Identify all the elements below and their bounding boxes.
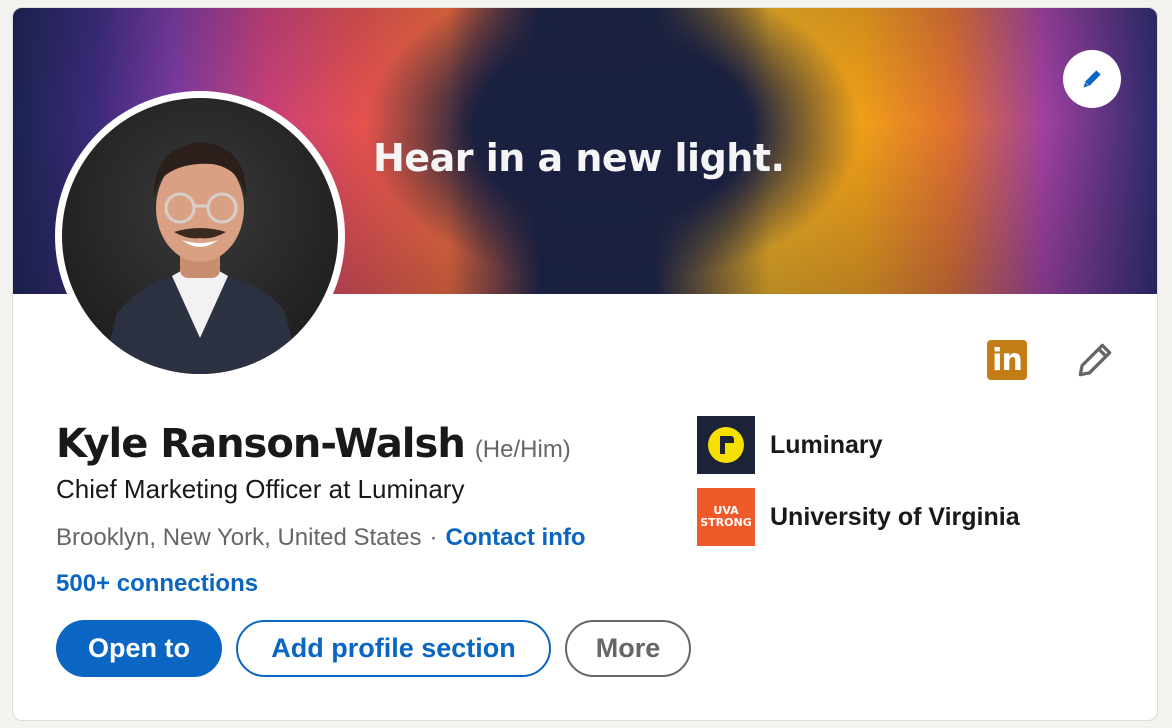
avatar-frame[interactable] (55, 91, 345, 381)
profile-card: Hear in a new light. in Kyle Ranson-Wals… (12, 7, 1158, 721)
uva-logo-text-2: STRONG (700, 516, 752, 529)
edit-banner-button[interactable] (1063, 50, 1121, 108)
banner-tagline: Hear in a new light. (373, 136, 785, 180)
luminary-logo-icon (697, 416, 755, 474)
org-name: Luminary (770, 430, 883, 459)
profile-actions-top: in (987, 338, 1117, 382)
luminary-logo (708, 427, 744, 463)
organizations-list: Luminary UVA STRONG University of Virgin… (697, 416, 1020, 560)
profile-headline: Chief Marketing Officer at Luminary (56, 474, 465, 504)
linkedin-icon[interactable]: in (987, 340, 1027, 380)
name-row: Kyle Ranson-Walsh (He/Him) (56, 421, 571, 467)
profile-photo (102, 142, 302, 374)
pronouns: (He/Him) (474, 436, 571, 463)
connections-link[interactable]: 500+ connections (56, 570, 258, 598)
org-item-uva[interactable]: UVA STRONG University of Virginia (697, 488, 1020, 546)
add-profile-section-button[interactable]: Add profile section (236, 620, 551, 677)
profile-name: Kyle Ranson-Walsh (56, 421, 466, 467)
location-text: Brooklyn, New York, United States (56, 524, 422, 551)
org-item-luminary[interactable]: Luminary (697, 416, 1020, 474)
pencil-icon[interactable] (1073, 338, 1117, 382)
separator-dot: · (429, 524, 438, 551)
open-to-button[interactable]: Open to (56, 620, 222, 677)
org-name: University of Virginia (770, 502, 1020, 531)
location-row: Brooklyn, New York, United States · Cont… (56, 524, 586, 552)
uva-logo-icon: UVA STRONG (697, 488, 755, 546)
contact-info-link[interactable]: Contact info (446, 524, 586, 552)
pencil-icon (1083, 70, 1101, 88)
profile-action-buttons: Open to Add profile section More (56, 620, 691, 677)
avatar[interactable] (62, 98, 338, 374)
more-button[interactable]: More (565, 620, 691, 677)
